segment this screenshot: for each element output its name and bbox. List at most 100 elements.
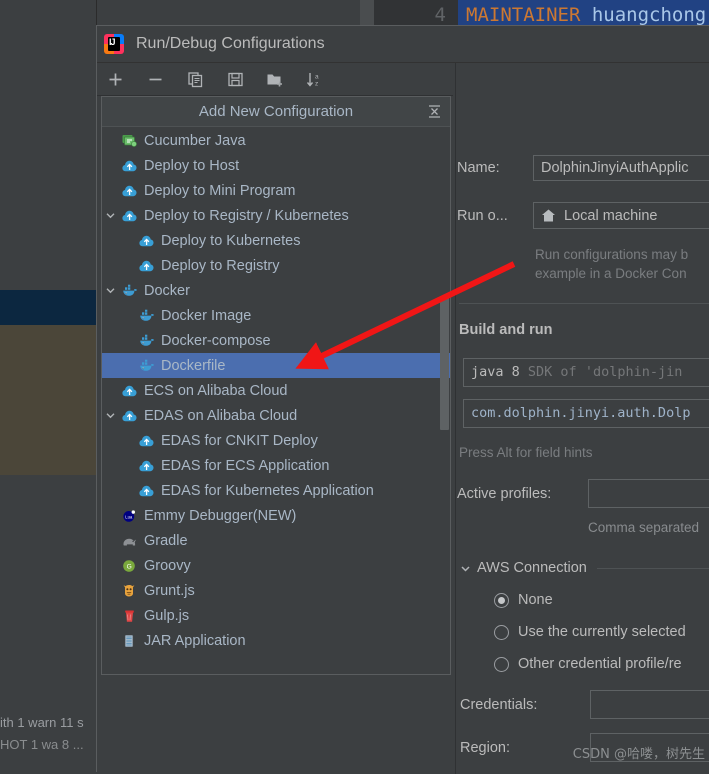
tree-item-label: EDAS for ECS Application [161,457,330,474]
console-line-2: HOT 1 wa 8 ... [0,737,84,752]
chevron-down-icon[interactable] [459,562,472,575]
tree-item-edas-on-alibaba-cloud[interactable]: EDAS on Alibaba Cloud [102,403,450,428]
credentials-combobox[interactable] [590,690,709,719]
tree-item-icon-wrapper [136,428,158,453]
save-configuration-button[interactable] [225,69,245,89]
tree-item-icon-wrapper [119,628,141,653]
tree-item-docker[interactable]: 0 Docker [102,278,450,303]
collapse-all-icon[interactable] [427,104,442,119]
tree-item-label: JAR Application [144,632,246,649]
tree-item-edas-for-kubernetes-application[interactable]: EDAS for Kubernetes Application [102,478,450,503]
tree-twisty-spacer [102,378,119,403]
tree-twisty-spacer [102,628,119,653]
tree-item-label: EDAS on Alibaba Cloud [144,407,298,424]
tree-item-groovy[interactable]: G Groovy [102,553,450,578]
aws-connection-group[interactable]: AWS Connection [459,560,709,576]
tree-item-emmy-debugger-new[interactable]: Lua Emmy Debugger(NEW) [102,503,450,528]
tree-item-label: Dockerfile [161,357,226,374]
settings-divider [459,303,709,304]
tree-twisty-expanded-icon[interactable] [102,203,119,228]
tree-item-grunt-js[interactable]: Grunt.js [102,578,450,603]
svg-text:z: z [315,80,318,87]
tree-item-deploy-to-mini-program[interactable]: Deploy to Mini Program [102,178,450,203]
main-class-input[interactable]: com.dolphin.jinyi.auth.Dolp [463,399,709,428]
field-hints-text: Press Alt for field hints [459,445,593,460]
aws-option-other-profile-label: Other credential profile/re [518,656,682,672]
tree-item-label: EDAS for CNKIT Deploy [161,432,318,449]
tree-scrollbar-thumb[interactable] [440,297,449,430]
tree-twisty-expanded-icon[interactable] [102,278,119,303]
copy-configuration-button[interactable] [185,69,205,89]
aws-option-none[interactable]: None [494,592,553,608]
tree-item-label: Emmy Debugger(NEW) [144,507,297,524]
tree-twisty-spacer [102,553,119,578]
tree-twisty-expanded-icon[interactable] [102,403,119,428]
add-configuration-button[interactable] [105,69,125,89]
pane-splitter[interactable] [455,63,456,774]
sort-configurations-button[interactable]: a z [305,69,325,89]
add-new-configuration-tree: Add New Configuration Cucumber Java Deplo… [101,96,451,675]
tree-item-icon-wrapper: 0 [136,353,158,378]
tree-item-edas-for-cnkit-deploy[interactable]: EDAS for CNKIT Deploy [102,428,450,453]
cloud-upload-icon [122,409,138,423]
cloud-upload-icon [122,209,138,223]
dialog-titlebar: IJ Run/Debug Configurations [97,26,709,63]
gradle-icon [122,534,138,548]
name-label: Name: [457,160,500,176]
intellij-idea-logo-icon: IJ [104,34,124,54]
cloud-upload-icon [139,459,155,473]
active-profiles-input[interactable] [588,479,709,508]
tree-item-icon-wrapper [119,528,141,553]
tree-item-gradle[interactable]: Gradle [102,528,450,553]
aws-option-other-profile[interactable]: Other credential profile/re [494,656,682,672]
remove-configuration-button[interactable] [145,69,165,89]
tree-item-jar-application[interactable]: JAR Application [102,628,450,653]
tree-item-deploy-to-host[interactable]: Deploy to Host [102,153,450,178]
tree-item-label: EDAS for Kubernetes Application [161,482,374,499]
new-folder-button[interactable] [265,69,285,89]
svg-text:a: a [315,73,319,80]
active-profiles-label: Active profiles: [457,485,552,502]
tree-item-cucumber-java[interactable]: Cucumber Java [102,128,450,153]
tree-item-label: Gulp.js [144,607,190,624]
tree-item-label: Groovy [144,557,191,574]
tree-item-edas-for-ecs-application[interactable]: EDAS for ECS Application [102,453,450,478]
tree-item-label: Docker [144,282,190,299]
tree-header-label: Add New Configuration [198,103,354,120]
tree-item-label: Deploy to Mini Program [144,182,296,199]
code-keyword: MAINTAINER [466,4,581,26]
tree-item-icon-wrapper [119,178,141,203]
tree-item-deploy-to-registry[interactable]: Deploy to Registry [102,253,450,278]
name-input[interactable]: DolphinJinyiAuthApplic [533,155,709,181]
tree-scrollbar[interactable] [440,127,449,674]
tree-item-icon-wrapper [119,378,141,403]
tree-twisty-spacer [102,603,119,628]
radio-none-icon[interactable] [494,592,509,608]
tree-item-icon-wrapper [119,603,141,628]
run-on-hint: Run configurations may b example in a Do… [535,245,709,283]
docker-icon: 0 [122,284,138,298]
tree-item-deploy-to-registry-kubernetes[interactable]: Deploy to Registry / Kubernetes [102,203,450,228]
radio-other-profile-icon[interactable] [494,656,509,672]
run-on-combobox[interactable]: Local machine [533,202,709,229]
tree-item-icon-wrapper [136,253,158,278]
sdk-combobox[interactable]: java 8 SDK of 'dolphin-jin [463,358,709,387]
tree-item-label: Docker Image [161,307,252,324]
tree-item-icon-wrapper [136,228,158,253]
tree-item-deploy-to-kubernetes[interactable]: Deploy to Kubernetes [102,228,450,253]
tree-item-icon-wrapper [136,478,158,503]
radio-current-profile-icon[interactable] [494,624,509,640]
aws-connection-label: AWS Connection [477,560,587,576]
tree-item-docker-compose[interactable]: 0 Docker-compose [102,328,450,353]
aws-option-current-profile[interactable]: Use the currently selected [494,624,686,640]
group-divider-line [596,567,709,569]
tree-item-docker-image[interactable]: 0 Docker Image [102,303,450,328]
cucumber-icon [122,134,138,148]
tree-item-dockerfile[interactable]: 0 Dockerfile [102,353,450,378]
console-line-1: ith 1 warn 11 s [0,715,84,730]
tree-item-label: ECS on Alibaba Cloud [144,382,288,399]
configuration-type-list[interactable]: Cucumber Java Deploy to Host Deploy to Min… [102,127,450,674]
tree-item-ecs-on-alibaba-cloud[interactable]: ECS on Alibaba Cloud [102,378,450,403]
dialog-body: a z Add New Configuration Cucumber Java … [97,63,709,774]
tree-item-gulp-js[interactable]: Gulp.js [102,603,450,628]
